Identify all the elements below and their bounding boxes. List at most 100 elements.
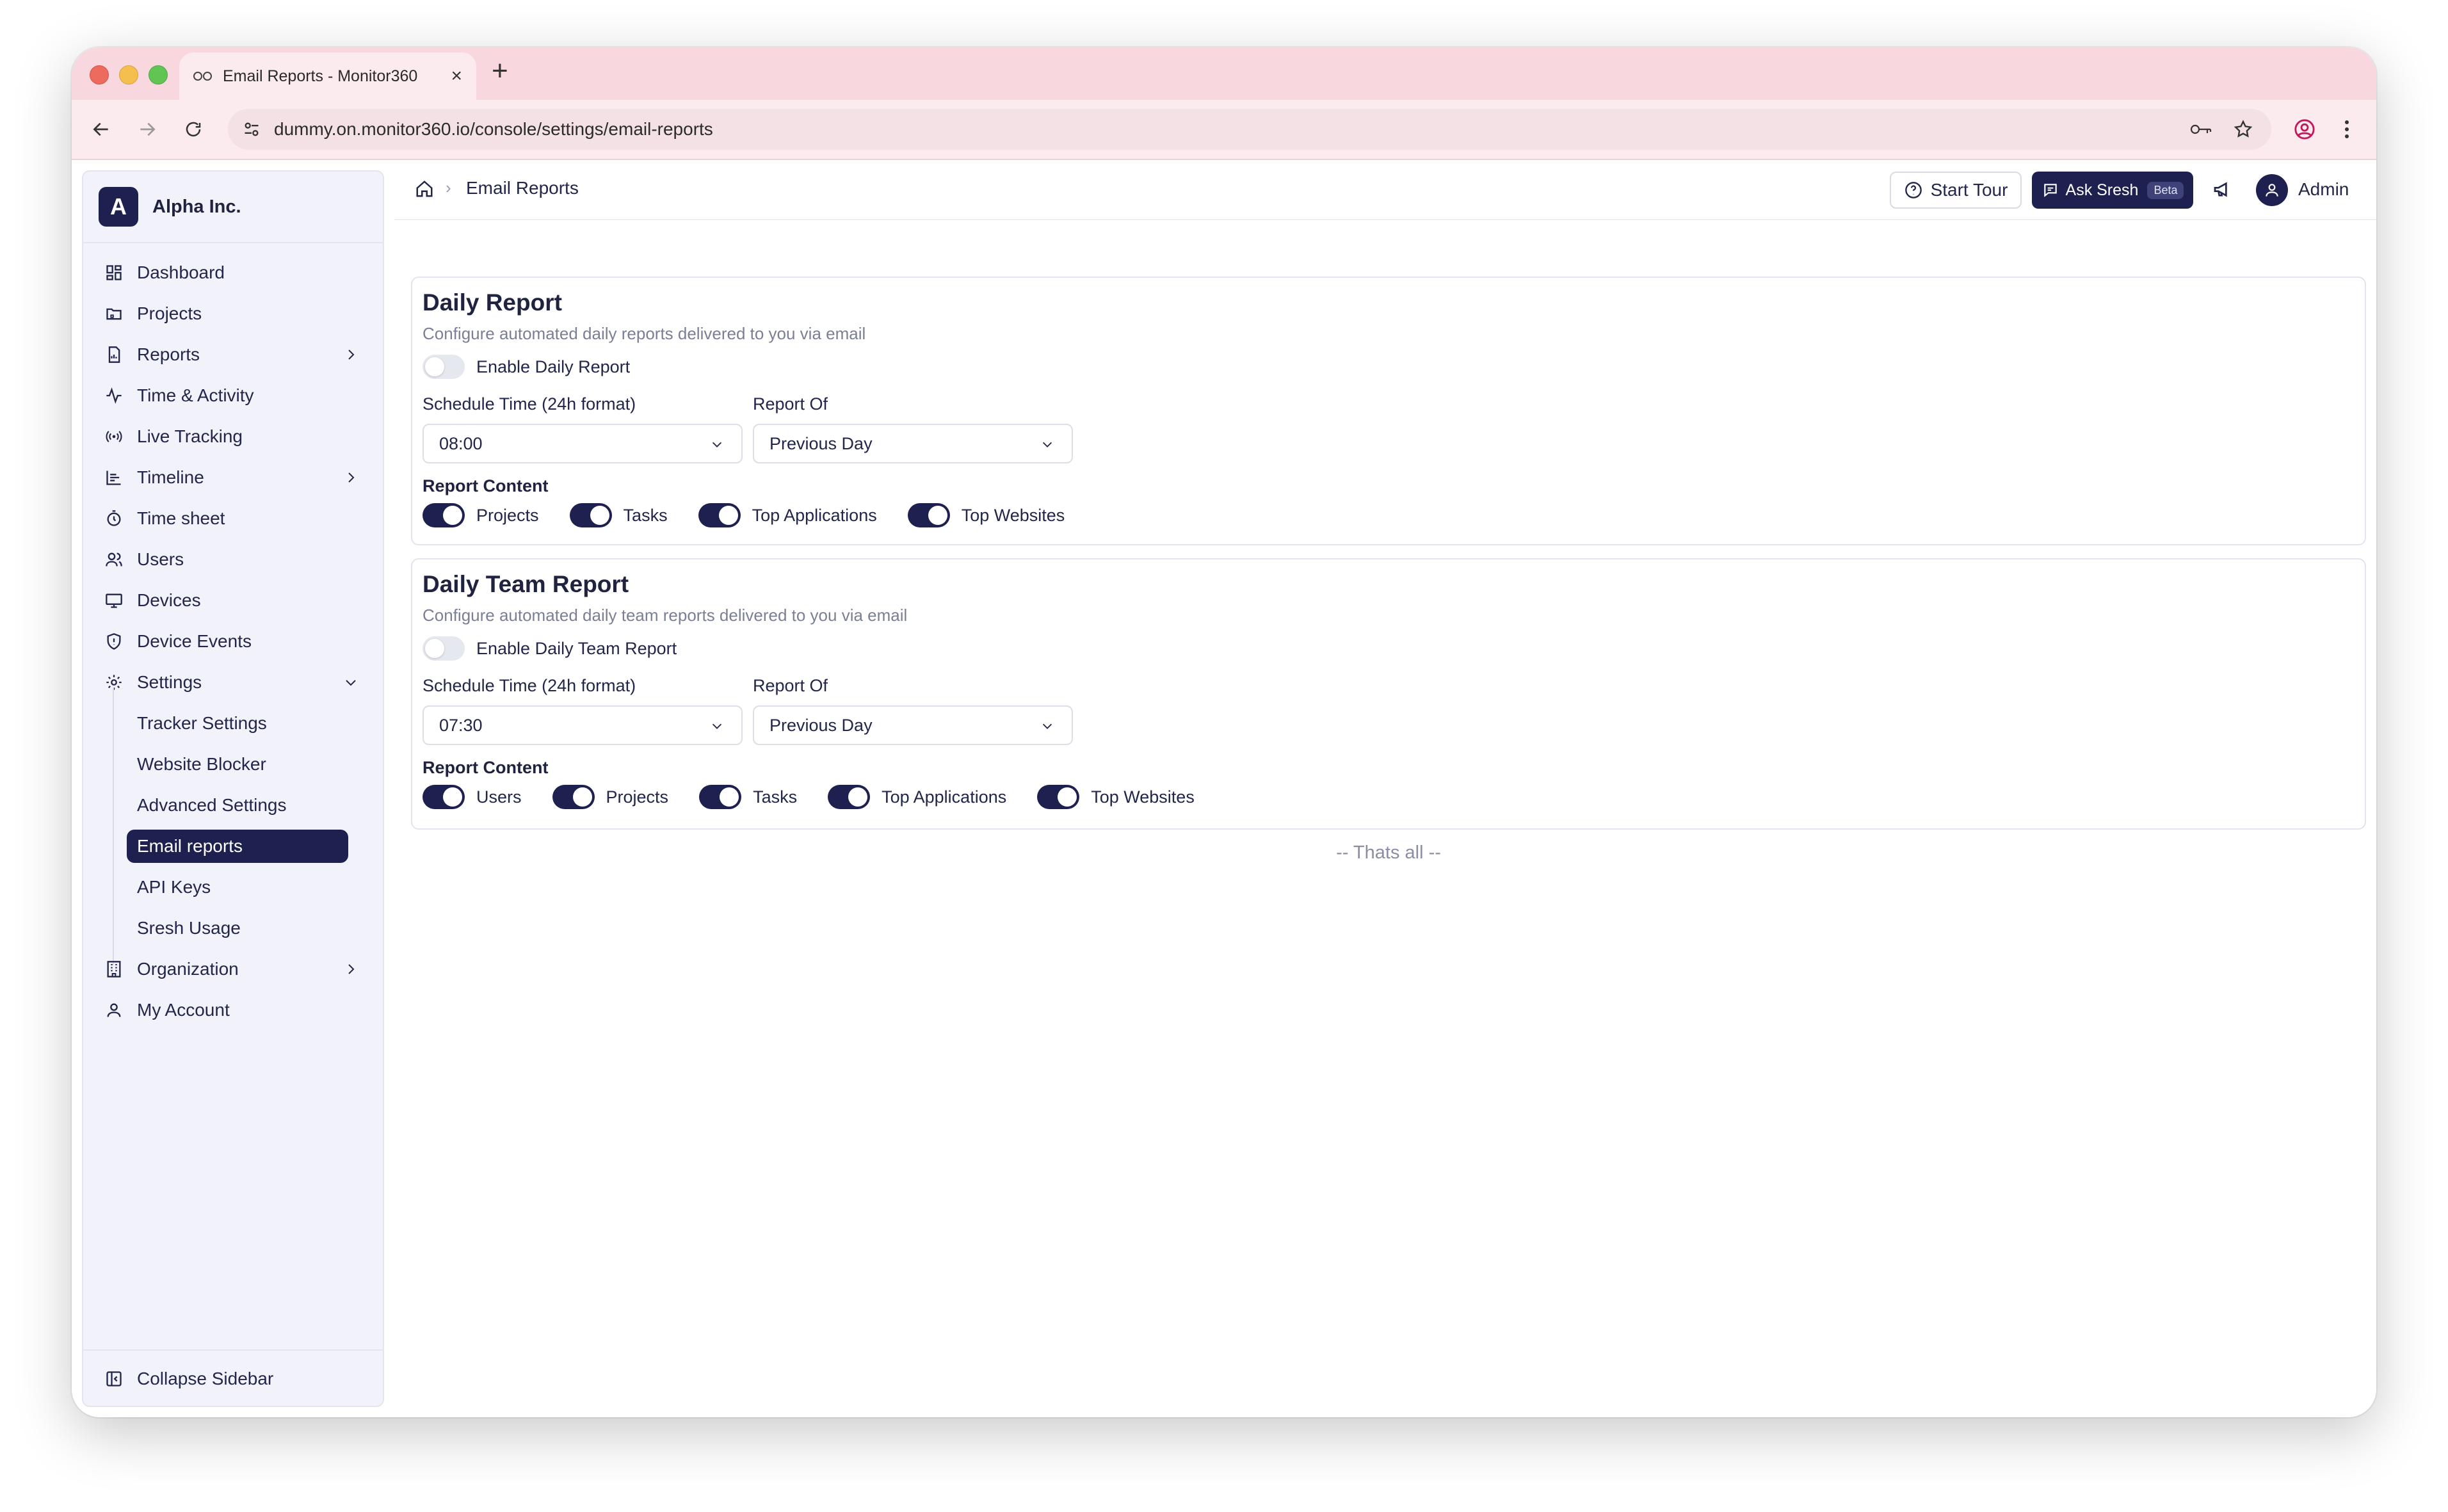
window-close-button[interactable] xyxy=(90,65,109,84)
sidebar-item-projects[interactable]: Projects xyxy=(99,297,370,330)
tab-close-icon[interactable]: × xyxy=(451,65,462,87)
chevron-down-icon[interactable] xyxy=(341,672,361,693)
team-users-toggle[interactable] xyxy=(423,785,465,809)
sidebar-item-label: Time & Activity xyxy=(137,385,254,405)
chevron-down-icon xyxy=(1038,717,1056,735)
sidebar-item-label: Settings xyxy=(137,672,202,692)
address-bar[interactable]: dummy.on.monitor360.io/console/settings/… xyxy=(228,109,2271,150)
window-maximize-button[interactable] xyxy=(149,65,168,84)
sidebar-subitem-tracker-settings[interactable]: Tracker Settings xyxy=(127,707,348,740)
org-switcher[interactable]: A Alpha Inc. xyxy=(83,172,383,243)
password-key-icon[interactable] xyxy=(2187,115,2215,143)
daily-schedule-select[interactable]: 08:00 xyxy=(423,424,743,463)
sidebar-collapse-icon xyxy=(104,1369,124,1389)
site-settings-icon[interactable] xyxy=(241,118,262,140)
team-top-applications-toggle[interactable] xyxy=(828,785,871,809)
team-schedule-select[interactable]: 07:30 xyxy=(423,705,743,745)
user-name[interactable]: Admin xyxy=(2298,179,2349,200)
sidebar-item-label: Users xyxy=(137,549,184,569)
daily-top-applications-toggle[interactable] xyxy=(698,503,741,527)
enable-team-report-toggle[interactable] xyxy=(423,636,465,661)
sidebar-item-label: Timeline xyxy=(137,467,204,487)
enable-daily-report-toggle[interactable] xyxy=(423,355,465,379)
chevron-right-icon[interactable] xyxy=(341,959,361,979)
sidebar-item-dashboard[interactable]: Dashboard xyxy=(99,256,370,289)
start-tour-button[interactable]: Start Tour xyxy=(1890,172,2022,209)
daily-tasks-toggle[interactable] xyxy=(569,503,612,527)
user-avatar[interactable] xyxy=(2256,174,2288,206)
sidebar-item-label: Reports xyxy=(137,344,200,364)
sidebar-item-time-sheet[interactable]: Time sheet xyxy=(99,502,370,535)
sidebar-item-my-account[interactable]: My Account xyxy=(99,993,370,1027)
forward-arrow-icon[interactable] xyxy=(131,113,164,146)
daily-top-websites-toggle[interactable] xyxy=(907,503,950,527)
sidebar-item-label: Devices xyxy=(137,590,201,610)
sidebar-subitem-advanced-settings[interactable]: Advanced Settings xyxy=(127,789,348,822)
team-report-of-value: Previous Day xyxy=(769,715,873,735)
chat-bubble-icon xyxy=(2041,181,2059,199)
browser-tabstrip: Email Reports - Monitor360 × + xyxy=(72,47,2376,100)
profile-icon[interactable] xyxy=(2288,113,2321,146)
new-tab-icon[interactable]: + xyxy=(492,55,508,87)
home-icon[interactable] xyxy=(414,178,435,200)
sidebar-subitem-email-reports[interactable]: Email reports xyxy=(127,830,348,863)
daily-report-content-label: Report Content xyxy=(423,476,549,495)
chevron-right-icon[interactable] xyxy=(341,467,361,488)
team-projects-toggle[interactable] xyxy=(552,785,595,809)
users-icon xyxy=(104,549,124,570)
team-report-content-label: Report Content xyxy=(423,758,549,777)
daily-report-title: Daily Report xyxy=(423,289,562,316)
toggle-label: Projects xyxy=(476,505,539,525)
back-arrow-icon[interactable] xyxy=(85,113,118,146)
browser-window: Email Reports - Monitor360 × + dummy.on.… xyxy=(72,47,2376,1417)
user-icon xyxy=(104,1000,124,1020)
reload-icon[interactable] xyxy=(177,113,210,146)
sidebar-item-settings[interactable]: Settings xyxy=(99,666,370,699)
settings-submenu-rail xyxy=(113,688,114,965)
app-container: A Alpha Inc. Dashboard Projects Reports … xyxy=(72,160,2376,1417)
sidebar-subitem-sresh-usage[interactable]: Sresh Usage xyxy=(127,912,348,945)
team-tasks-toggle[interactable] xyxy=(699,785,742,809)
team-content-top-websites: Top Websites xyxy=(1037,785,1195,809)
daily-schedule-value: 08:00 xyxy=(439,433,483,453)
browser-tab-active[interactable]: Email Reports - Monitor360 × xyxy=(179,52,476,100)
sidebar-item-time-activity[interactable]: Time & Activity xyxy=(99,379,370,412)
daily-projects-toggle[interactable] xyxy=(423,503,465,527)
daily-schedule-label: Schedule Time (24h format) xyxy=(423,394,636,414)
megaphone-icon[interactable] xyxy=(2210,177,2235,202)
enable-team-report-row: Enable Daily Team Report xyxy=(423,636,677,661)
shield-icon xyxy=(104,631,124,652)
team-content-users: Users xyxy=(423,785,522,809)
breadcrumb-current: Email Reports xyxy=(466,178,579,198)
toggle-label: Projects xyxy=(606,787,669,807)
org-name: Alpha Inc. xyxy=(152,196,241,217)
sidebar-subitem-api-keys[interactable]: API Keys xyxy=(127,871,348,904)
chevron-down-icon xyxy=(1038,435,1056,453)
bookmark-star-icon[interactable] xyxy=(2229,115,2257,143)
collapse-sidebar-button[interactable]: Collapse Sidebar xyxy=(83,1349,383,1407)
team-report-title: Daily Team Report xyxy=(423,571,629,597)
gear-icon xyxy=(104,672,124,693)
chevron-right-icon[interactable] xyxy=(341,344,361,365)
sidebar-subitem-website-blocker[interactable]: Website Blocker xyxy=(127,748,348,781)
sidebar-item-users[interactable]: Users xyxy=(99,543,370,576)
sidebar-item-live-tracking[interactable]: Live Tracking xyxy=(99,420,370,453)
sidebar-item-device-events[interactable]: Device Events xyxy=(99,625,370,658)
sidebar-item-devices[interactable]: Devices xyxy=(99,584,370,617)
ask-sresh-button[interactable]: Ask Sresh Beta xyxy=(2032,172,2193,209)
team-content-top-applications: Top Applications xyxy=(828,785,1006,809)
window-minimize-button[interactable] xyxy=(119,65,138,84)
daily-report-of-select[interactable]: Previous Day xyxy=(753,424,1073,463)
browser-menu-icon[interactable] xyxy=(2330,113,2363,146)
team-report-of-select[interactable]: Previous Day xyxy=(753,705,1073,745)
toggle-label: Tasks xyxy=(753,787,798,807)
breadcrumb-separator: › xyxy=(446,178,451,197)
sidebar-item-timeline[interactable]: Timeline xyxy=(99,461,370,494)
sidebar-item-reports[interactable]: Reports xyxy=(99,338,370,371)
end-of-list-note: -- Thats all -- xyxy=(1336,842,1441,863)
site-favicon-icon xyxy=(192,68,214,84)
sidebar-item-organization[interactable]: Organization xyxy=(99,953,370,986)
enable-daily-report-row: Enable Daily Report xyxy=(423,355,630,379)
team-top-websites-toggle[interactable] xyxy=(1037,785,1080,809)
browser-tab-title: Email Reports - Monitor360 xyxy=(223,67,418,85)
